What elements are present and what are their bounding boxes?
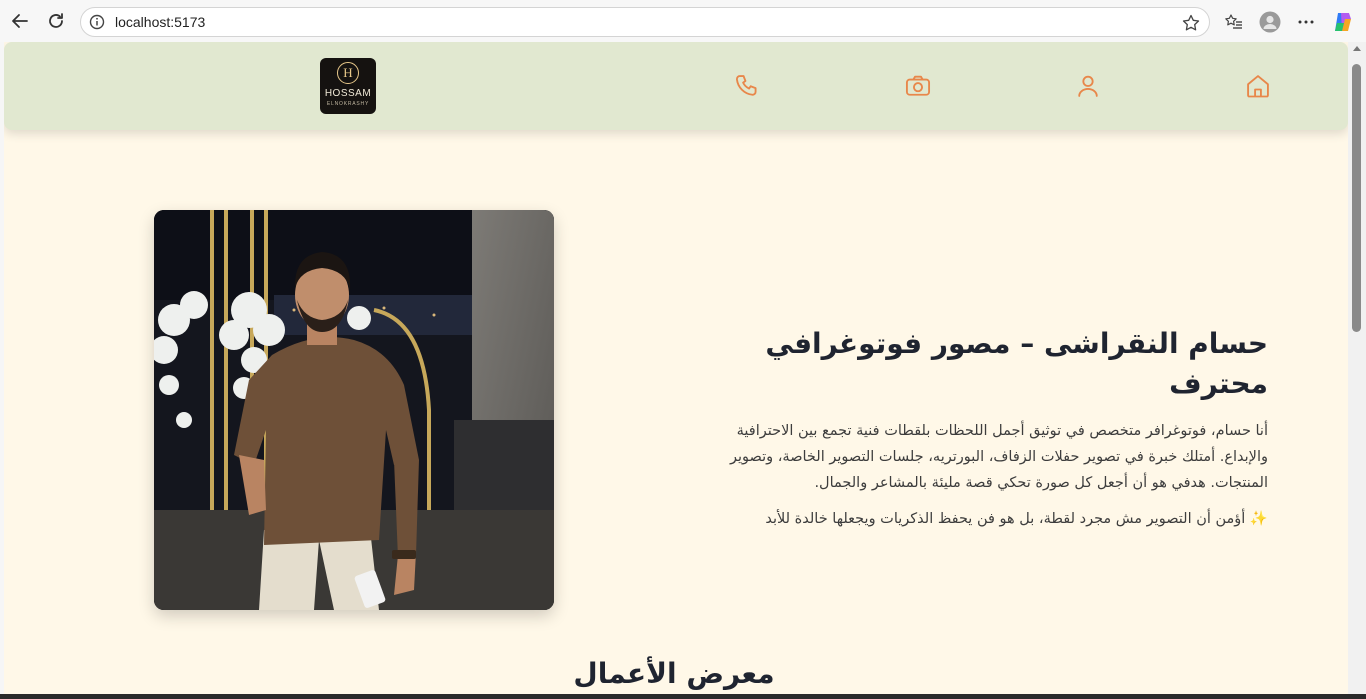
site-header: H HOSSAM ELNOKRASHY bbox=[4, 42, 1348, 130]
logo-subtitle: ELNOKRASHY bbox=[326, 101, 370, 107]
address-bar[interactable]: localhost:5173 bbox=[80, 7, 1210, 37]
phone-icon[interactable] bbox=[734, 72, 762, 100]
about-title: حسام النقراشى – مصور فوتوغرافي محترف bbox=[765, 327, 1268, 400]
profile-icon[interactable] bbox=[1259, 11, 1281, 33]
copilot-icon[interactable] bbox=[1332, 11, 1354, 33]
browser-toolbar: localhost:5173 bbox=[0, 0, 1366, 42]
about-section: حسام النقراشى – مصور فوتوغرافي محترف أنا… bbox=[688, 324, 1268, 532]
reload-icon[interactable] bbox=[44, 9, 68, 33]
more-icon[interactable] bbox=[1295, 11, 1317, 33]
info-icon[interactable] bbox=[89, 14, 105, 30]
url-text[interactable]: localhost:5173 bbox=[115, 14, 205, 30]
favorites-icon[interactable] bbox=[1223, 11, 1245, 33]
taskbar-edge bbox=[0, 694, 1366, 699]
gallery-title: معرض الأعمال bbox=[573, 657, 775, 690]
star-icon[interactable] bbox=[1181, 13, 1201, 33]
scrollbar-thumb[interactable] bbox=[1352, 64, 1361, 332]
photographer-portrait bbox=[154, 210, 554, 610]
about-paragraph: أنا حسام، فوتوغرافر متخصص في توثيق أجمل … bbox=[730, 423, 1268, 491]
page-scrollbar[interactable] bbox=[1348, 42, 1366, 699]
back-arrow-icon[interactable] bbox=[8, 9, 32, 33]
scroll-up-icon[interactable] bbox=[1353, 46, 1361, 51]
site-logo[interactable]: H HOSSAM ELNOKRASHY bbox=[320, 58, 376, 114]
page-viewport: H HOSSAM ELNOKRASHY حسام النقراشى – مصور… bbox=[4, 42, 1348, 699]
about-quote: ✨ أؤمن أن التصوير مش مجرد لقطة، بل هو فن… bbox=[765, 511, 1268, 527]
logo-monogram: H bbox=[337, 62, 359, 84]
home-icon[interactable] bbox=[1244, 72, 1272, 100]
camera-icon[interactable] bbox=[904, 72, 932, 100]
user-icon[interactable] bbox=[1074, 72, 1102, 100]
logo-name: HOSSAM bbox=[324, 88, 372, 99]
